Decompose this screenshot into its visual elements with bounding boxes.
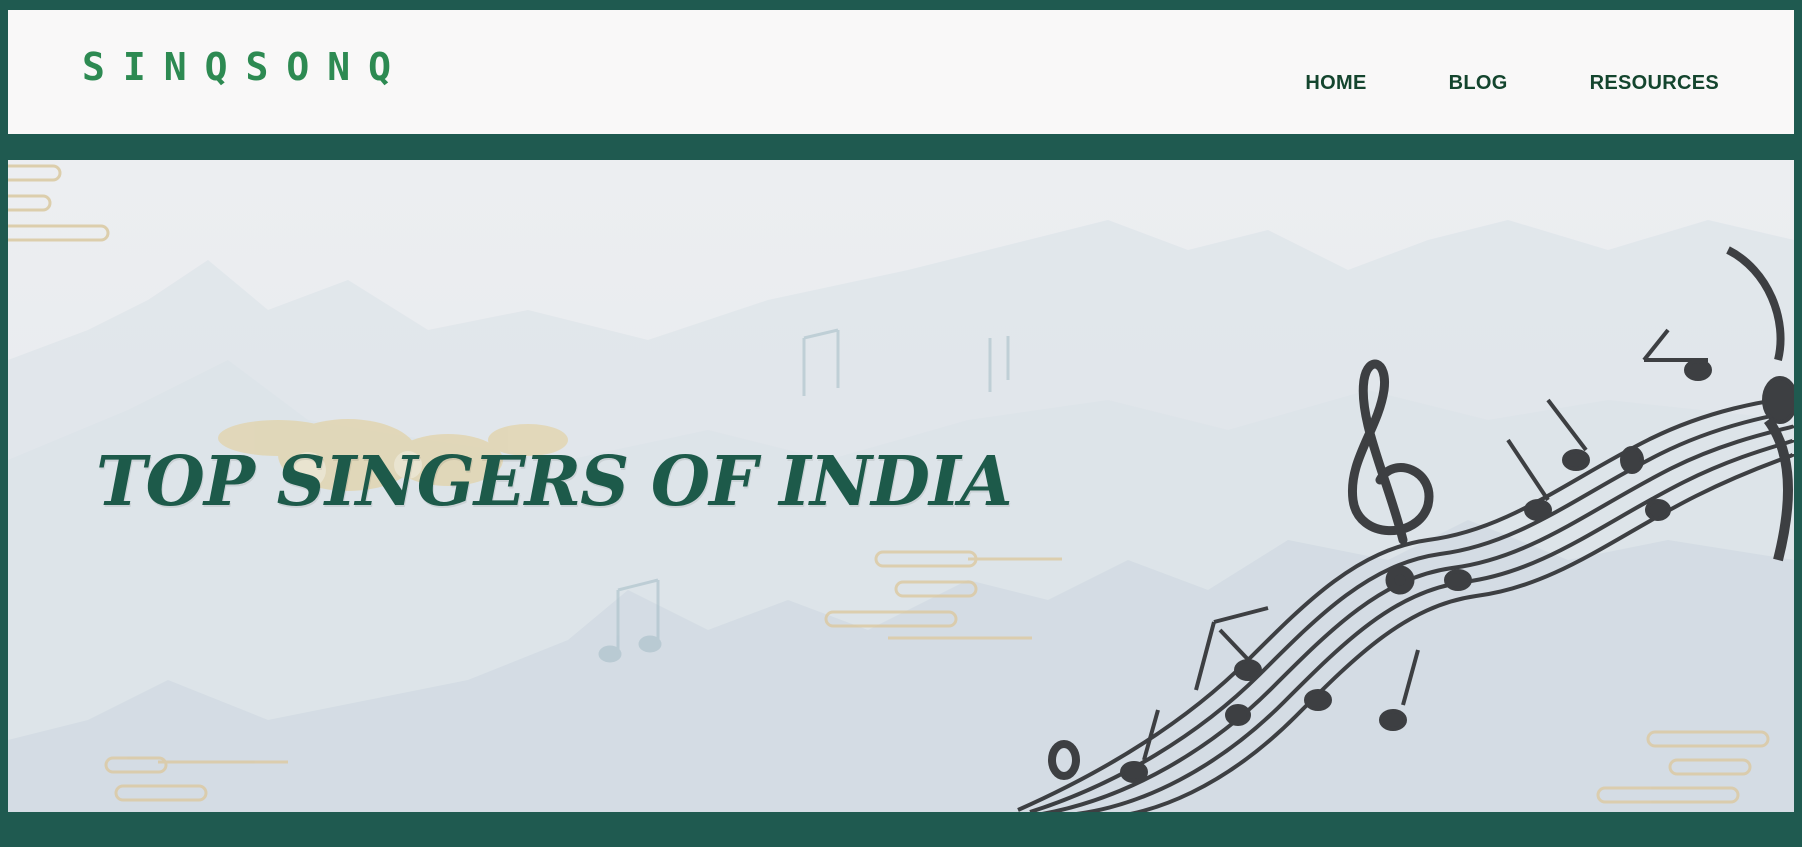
nav-home-link[interactable]: HOME (1305, 72, 1366, 95)
bottom-bar (0, 812, 1802, 847)
page-frame: SINQSONQ HOME BLOG RESOURCES TOP SINGERS… (0, 0, 1802, 847)
site-logo[interactable]: SINQSONQ (82, 48, 409, 86)
nav-blog-link[interactable]: BLOG (1449, 72, 1508, 95)
hero-banner: TOP SINGERS OF INDIA (8, 160, 1794, 812)
main-nav: HOME BLOG RESOURCES (1305, 72, 1719, 95)
hero-title: TOP SINGERS OF INDIA (96, 441, 1013, 522)
cloud-line-ornament-top-left (8, 164, 110, 242)
site-header: SINQSONQ HOME BLOG RESOURCES (8, 10, 1794, 134)
nav-resources-link[interactable]: RESOURCES (1590, 72, 1719, 95)
